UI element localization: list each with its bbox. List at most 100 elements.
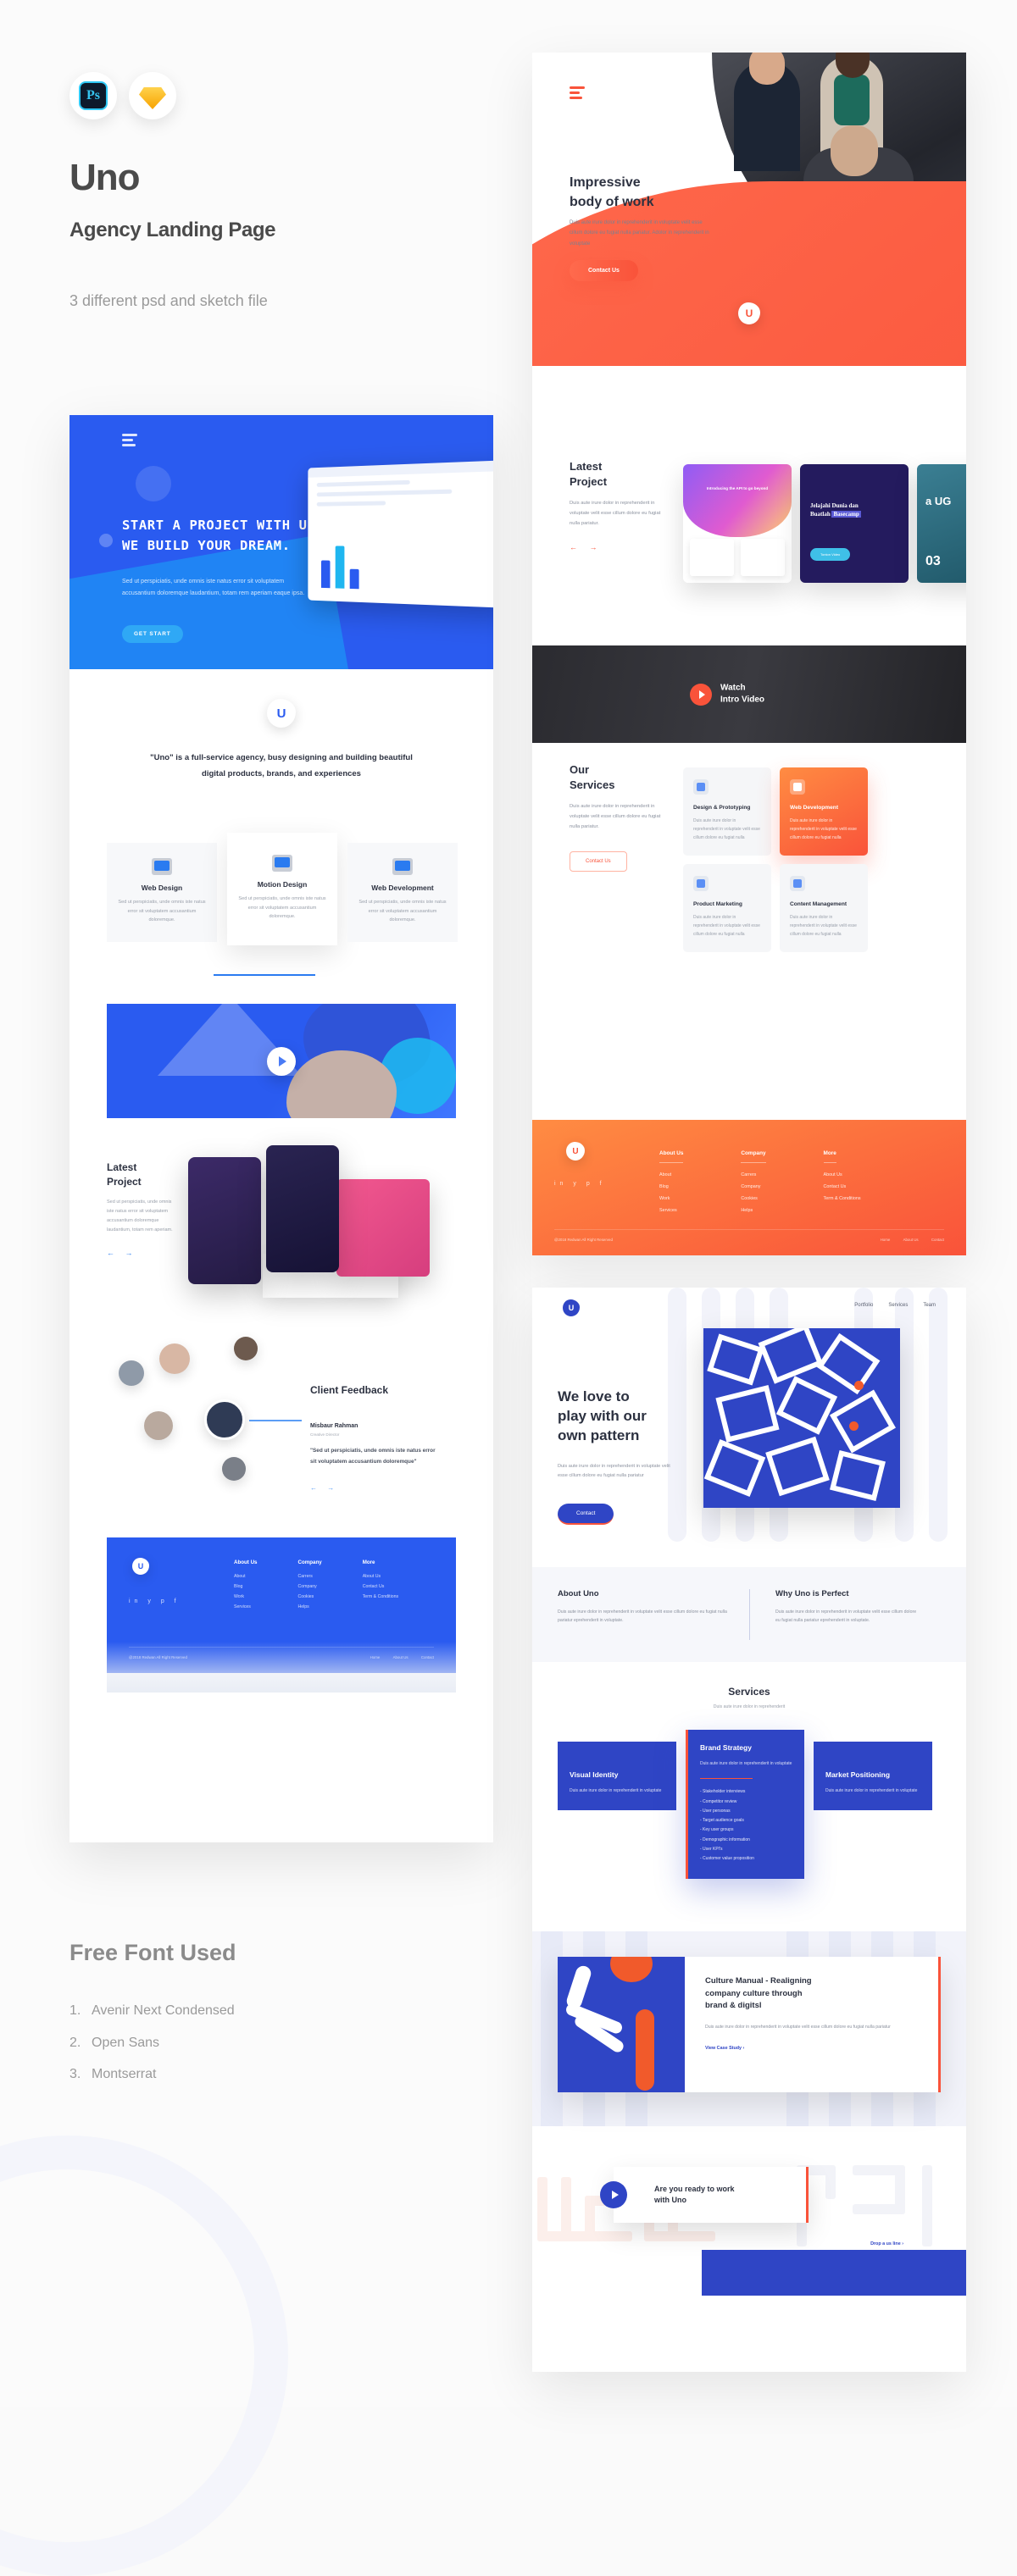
- mockup-blue-landing-page: START A PROJECT WITH US, WE BUILD YOUR D…: [69, 415, 493, 1842]
- footer-bottom-links: Home About Us Contact: [880, 1238, 944, 1242]
- placeholder-line: [316, 479, 410, 487]
- web-development-icon: [392, 858, 413, 875]
- decor-snow: [107, 1642, 456, 1692]
- project-card-pink: [336, 1179, 430, 1277]
- service-card-brand-strategy[interactable]: Brand Strategy Duis aute irure dolor in …: [686, 1730, 804, 1880]
- project-card[interactable]: a UG 03: [917, 464, 966, 583]
- footer-columns: About Us About Blog Work Services Compan…: [234, 1559, 398, 1615]
- hamburger-menu-icon[interactable]: [122, 434, 137, 449]
- poster-page: Ps Uno Agency Landing Page 3 different p…: [0, 0, 1017, 2576]
- blue-hero: START A PROJECT WITH US, WE BUILD YOUR D…: [69, 415, 493, 669]
- service-card-row: Web Design Sed ut perspiciatis, unde omn…: [107, 833, 458, 945]
- list-item: 1. Avenir Next Condensed: [69, 2003, 235, 2018]
- page-subtitle: Agency Landing Page: [69, 219, 276, 241]
- font-list: 1. Avenir Next Condensed 2. Open Sans 3. Mo…: [69, 1995, 235, 2091]
- placeholder-line: [316, 501, 386, 507]
- uno-logo: U: [738, 302, 760, 324]
- contact-us-button[interactable]: Contact Us: [570, 260, 638, 281]
- pattern-hero-paragraph: Duis aute irure dolor in reprehenderit i…: [558, 1464, 670, 1479]
- case-study-info: Culture Manual - Realigning company cult…: [685, 1957, 938, 2092]
- view-case-study-link[interactable]: View Case Study ›: [705, 2046, 918, 2051]
- footer-columns: About Us About Blog Work Services Compan…: [659, 1144, 861, 1220]
- orange-hero-headline: Impressive body of work: [570, 175, 654, 210]
- client-feedback-title: Client Feedback: [310, 1384, 389, 1396]
- client-role: Creative Director: [310, 1432, 340, 1437]
- footer-column: About Us About Blog Work Services: [234, 1559, 258, 1609]
- service-card-highlighted[interactable]: Web Development Duis aute irure dolor in…: [780, 767, 868, 856]
- latest-project-heading: Latest Project Duis aute irure dolor in …: [570, 459, 670, 551]
- mockup-pattern-landing-page: U Portfolio Services Team We love to pla…: [532, 1288, 966, 2372]
- page-title: Uno: [69, 157, 141, 198]
- page-tagline: 3 different psd and sketch file: [69, 292, 268, 309]
- carousel-arrows[interactable]: ← →: [107, 1249, 180, 1257]
- service-card[interactable]: Content Management Duis aute irure dolor…: [780, 864, 868, 952]
- play-icon[interactable]: [690, 683, 712, 706]
- nav-item-team[interactable]: Team: [923, 1303, 936, 1308]
- service-card-market-positioning[interactable]: Market Positioning Duis aute irure dolor…: [814, 1742, 932, 1810]
- case-study-card[interactable]: Culture Manual - Realigning company cult…: [558, 1957, 941, 2092]
- client-feedback-block: Client Feedback Misbaur Rahman Creative …: [107, 1337, 456, 1504]
- divider: [700, 1778, 753, 1780]
- uno-logo: U: [267, 699, 296, 728]
- orange-footer: U in y p f About Us About Blog Work Serv…: [532, 1120, 966, 1255]
- avatar: [159, 1343, 190, 1374]
- project-card[interactable]: Jelajahi Dunia dan Buatlah Basecamp Tont…: [800, 464, 909, 583]
- web-development-icon: [790, 779, 805, 795]
- project-card-carousel: Introducing the API to go beyond Jelajah…: [683, 464, 966, 583]
- drop-a-line-link[interactable]: Drop a us line ›: [870, 2241, 903, 2246]
- free-font-heading: Free Font Used: [69, 1940, 236, 1965]
- service-card[interactable]: Design & Prototyping Duis aute irure dol…: [683, 767, 771, 856]
- mockup-orange-landing-page: Impressive body of work Duis aute irure …: [532, 53, 966, 1255]
- contact-us-button[interactable]: Contact Us: [570, 850, 627, 872]
- service-card[interactable]: Product Marketing Duis aute irure dolor …: [683, 864, 771, 952]
- design-prototyping-icon: [693, 779, 709, 795]
- about-uno-block: About Uno Duis aute irure dolor in repre…: [558, 1589, 727, 1624]
- list-item: 3. Montserrat: [69, 2067, 157, 2082]
- nav-item-portfolio[interactable]: Portfolio: [854, 1303, 873, 1308]
- avatar: [144, 1411, 173, 1440]
- video-illustration-block[interactable]: [107, 1004, 456, 1118]
- dashboard-illustration: [308, 459, 493, 609]
- project-phone-1: [188, 1157, 261, 1284]
- services-grid: Design & Prototyping Duis aute irure dol…: [683, 767, 868, 952]
- footer-column: Company Carrers Company Cookies Helps: [741, 1150, 766, 1213]
- avatar-active[interactable]: [204, 1399, 245, 1440]
- service-card[interactable]: Web Design Sed ut perspiciatis, unde omn…: [107, 843, 217, 942]
- cta-card[interactable]: Are you ready to work with Uno: [600, 2167, 809, 2223]
- blue-block: [702, 2250, 966, 2296]
- blue-hero-paragraph: Sed ut perspiciatis, unde omnis iste nat…: [122, 579, 305, 596]
- nav-item-services[interactable]: Services: [888, 1303, 908, 1308]
- get-start-button[interactable]: GET START: [122, 625, 183, 643]
- service-card[interactable]: Motion Design Sed ut perspiciatis, unde …: [227, 833, 337, 945]
- social-icons[interactable]: in y p f: [129, 1598, 181, 1604]
- product-marketing-icon: [693, 876, 709, 891]
- motion-design-icon: [272, 855, 292, 872]
- orange-hero: Impressive body of work Duis aute irure …: [532, 53, 966, 366]
- play-icon[interactable]: [267, 1046, 296, 1076]
- accent-underline: [214, 974, 315, 976]
- decor-bubble: [99, 534, 113, 547]
- hamburger-menu-icon[interactable]: [570, 86, 585, 102]
- footer-column: More About Us Contact Us Term & Conditio…: [823, 1150, 861, 1201]
- about-section: About Uno Duis aute irure dolor in repre…: [532, 1567, 966, 1662]
- play-icon[interactable]: [600, 2181, 627, 2208]
- watch-intro-video-banner[interactable]: Watch Intro Video: [532, 645, 966, 743]
- social-icons[interactable]: in y p f: [554, 1181, 606, 1187]
- footer-logo: U: [566, 1142, 585, 1161]
- watch-video-button[interactable]: Tonton Video: [810, 548, 851, 561]
- carousel-arrows[interactable]: ← →: [310, 1484, 338, 1492]
- case-study-artwork: [558, 1957, 685, 2092]
- orange-hero-paragraph: Duis aute irure dolor in reprehenderit i…: [570, 220, 709, 247]
- latest-project-heading: Latest Project Sed ut perspiciatis, unde…: [107, 1161, 180, 1257]
- footer-column: About Us About Blog Work Services: [659, 1150, 684, 1213]
- carousel-arrows[interactable]: ← →: [570, 543, 670, 551]
- contact-button[interactable]: Contact: [558, 1504, 614, 1525]
- window-titlebar: [308, 459, 493, 478]
- project-card[interactable]: Introducing the API to go beyond: [683, 464, 792, 583]
- decor-bubble: [136, 466, 171, 501]
- content-management-icon: [790, 876, 805, 891]
- service-card[interactable]: Web Development Sed ut perspiciatis, und…: [347, 843, 458, 942]
- service-card-visual-identity[interactable]: Visual Identity Duis aute irure dolor in…: [558, 1742, 676, 1810]
- footer-column: More About Us Contact Us Term & Conditio…: [362, 1559, 399, 1599]
- case-study-section: Culture Manual - Realigning company cult…: [532, 1931, 966, 2126]
